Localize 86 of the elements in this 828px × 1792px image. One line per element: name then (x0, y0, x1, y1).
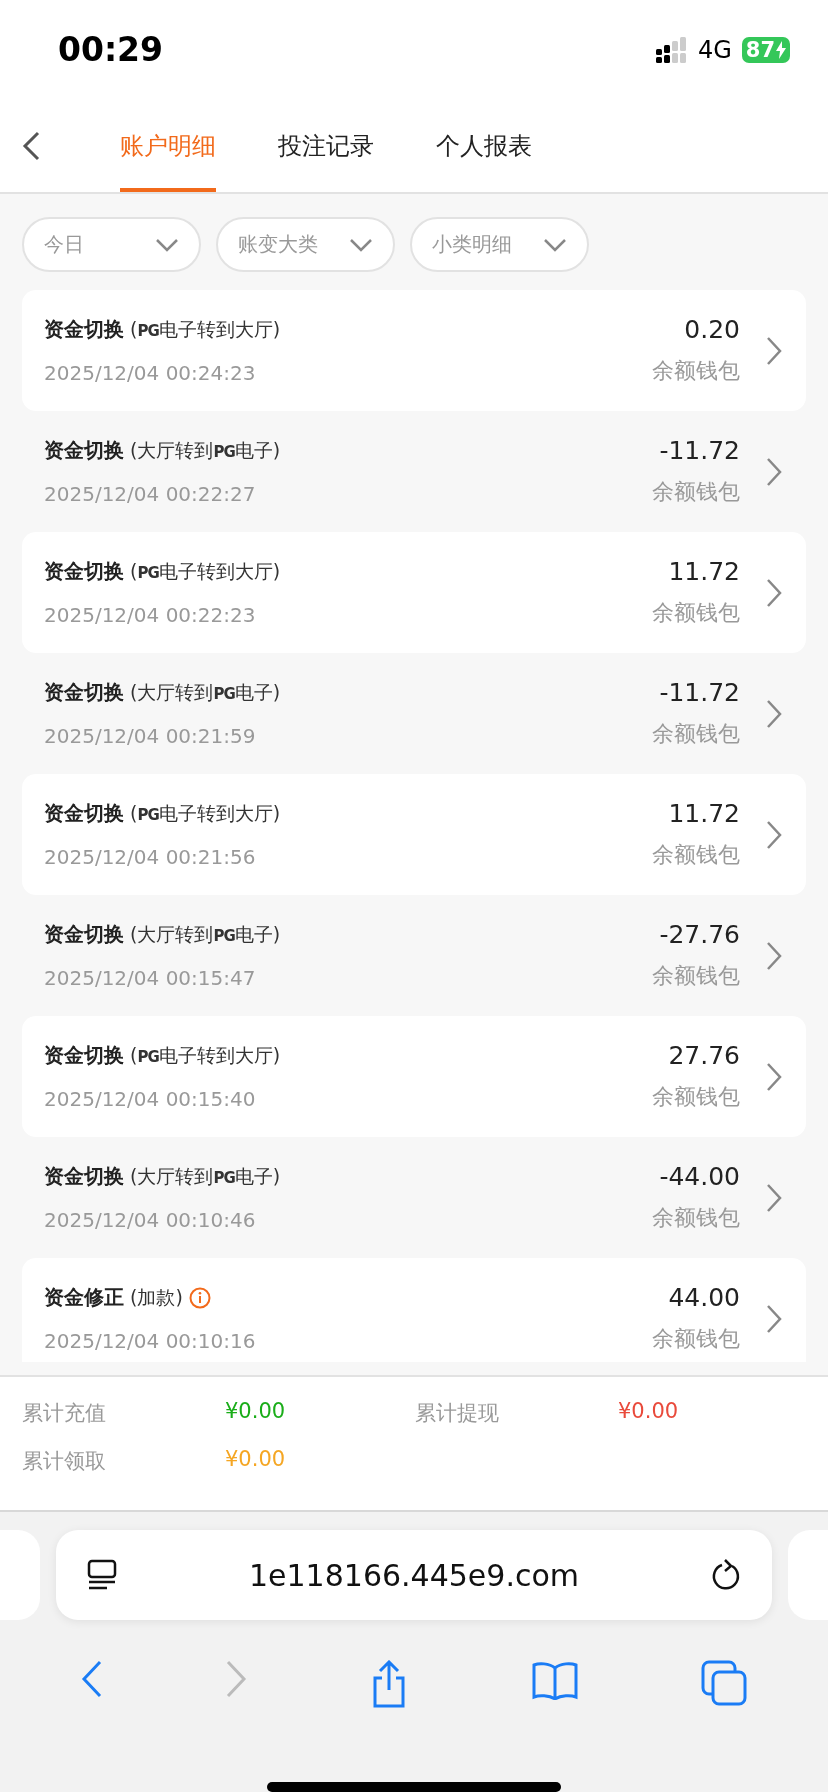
record-title: 资金切换 (44, 679, 124, 707)
record-title: 资金切换 (44, 800, 124, 828)
record-row[interactable]: 资金切换 (大厅转到PG电子) 2025/12/04 00:10:46 -44.00 余额钱包 (22, 1137, 806, 1259)
record-detail: (加款) (130, 1284, 183, 1310)
record-amount: 44.00 (668, 1283, 740, 1313)
record-title: 资金切换 (44, 558, 124, 586)
record-row[interactable]: 资金切换 (大厅转到PG电子) 2025/12/04 00:15:47 -27.76 余额钱包 (22, 895, 806, 1017)
wallet-label: 余额钱包 (652, 841, 740, 870)
back-icon[interactable] (22, 131, 40, 161)
record-time: 2025/12/04 00:15:47 (44, 966, 257, 991)
record-title: 资金切换 (44, 1042, 124, 1070)
record-title: 资金切换 (44, 437, 124, 465)
record-card[interactable]: 资金切换 (PG电子转到大厅) 2025/12/04 00:21:56 11.72 余额钱包 (22, 774, 806, 896)
chevron-right-icon (766, 456, 782, 487)
record-detail: (PG电子转到大厅) (130, 800, 281, 826)
wallet-label: 余额钱包 (652, 962, 740, 991)
summary-value: ¥0.00 (618, 1399, 680, 1426)
record-card[interactable]: 资金切换 (PG电子转到大厅) 2025/12/04 00:22:23 11.72 余额钱包 (22, 532, 806, 654)
chevron-right-icon (766, 1182, 782, 1213)
record-detail: (大厅转到PG电子) (130, 1163, 281, 1189)
reader-icon[interactable] (86, 1559, 118, 1591)
record-row[interactable]: 资金切换 (大厅转到PG电子) 2025/12/04 00:22:27 -11.72 余额钱包 (22, 411, 806, 533)
record-amount: -44.00 (659, 1162, 740, 1192)
reload-icon[interactable] (710, 1558, 742, 1592)
record-row[interactable]: 资金切换 (大厅转到PG电子) 2025/12/04 00:21:59 -11.72 余额钱包 (22, 653, 806, 775)
wallet-label: 余额钱包 (652, 1325, 740, 1354)
charging-icon (776, 40, 786, 59)
summary-value: ¥0.00 (225, 1447, 287, 1474)
address-bar[interactable]: 1e118166.445e9.com (56, 1530, 772, 1620)
record-amount: -27.76 (659, 920, 740, 950)
record-card[interactable]: 资金切换 (PG电子转到大厅) 2025/12/04 00:24:23 0.20 余额钱包 (22, 290, 806, 412)
record-title: 资金修正 (44, 1284, 124, 1312)
chevron-down-icon (349, 237, 373, 252)
tabs-icon[interactable] (701, 1660, 747, 1708)
chevron-down-icon (543, 237, 567, 252)
wallet-label: 余额钱包 (652, 1204, 740, 1233)
chevron-right-icon (766, 577, 782, 608)
summary-label: 累计充值 (22, 1400, 107, 1428)
summary-label: 累计领取 (22, 1448, 107, 1476)
record-card[interactable]: 资金修正 (加款) 2025/12/04 00:10:16 44.00 余额钱包 (22, 1258, 806, 1363)
record-detail: (PG电子转到大厅) (130, 316, 281, 342)
chevron-right-icon (766, 1061, 782, 1092)
record-time: 2025/12/04 00:21:59 (44, 724, 257, 749)
wallet-label: 余额钱包 (652, 720, 740, 749)
record-time: 2025/12/04 00:15:40 (44, 1087, 257, 1112)
network-label: 4G (697, 35, 732, 64)
battery-indicator: 87 (741, 36, 790, 63)
signal-icon (655, 36, 688, 63)
record-amount: 11.72 (668, 557, 740, 587)
record-detail: (PG电子转到大厅) (130, 1042, 281, 1068)
record-detail: (PG电子转到大厅) (130, 558, 281, 584)
record-amount: -11.72 (659, 678, 740, 708)
record-detail: (大厅转到PG电子) (130, 921, 281, 947)
record-time: 2025/12/04 00:22:27 (44, 482, 257, 507)
record-time: 2025/12/04 00:22:23 (44, 603, 257, 628)
chevron-right-icon (766, 940, 782, 971)
tab[interactable]: 个人报表 (436, 99, 532, 193)
record-detail: (大厅转到PG电子) (130, 437, 281, 463)
clock-time: 00:29 (58, 30, 164, 70)
record-title: 资金切换 (44, 316, 124, 344)
record-card[interactable]: 资金切换 (PG电子转到大厅) 2025/12/04 00:15:40 27.76 余额钱包 (22, 1016, 806, 1138)
wallet-label: 余额钱包 (652, 478, 740, 507)
record-time: 2025/12/04 00:10:46 (44, 1208, 257, 1233)
summary-value: ¥0.00 (225, 1399, 287, 1426)
wallet-label: 余额钱包 (652, 599, 740, 628)
record-amount: 0.20 (684, 315, 740, 345)
wallet-label: 余额钱包 (652, 357, 740, 386)
wallet-label: 余额钱包 (652, 1083, 740, 1112)
record-amount: -11.72 (659, 436, 740, 466)
record-title: 资金切换 (44, 1163, 124, 1191)
record-amount: 27.76 (668, 1041, 740, 1071)
record-time: 2025/12/04 00:24:23 (44, 361, 257, 386)
chevron-down-icon (155, 237, 179, 252)
record-amount: 11.72 (668, 799, 740, 829)
chevron-right-icon (766, 335, 782, 366)
record-title: 资金切换 (44, 921, 124, 949)
info-icon[interactable] (188, 1286, 211, 1309)
url-text: 1e118166.445e9.com (249, 1557, 579, 1593)
record-time: 2025/12/04 00:10:16 (44, 1329, 257, 1354)
summary-label: 累计提现 (415, 1400, 500, 1428)
record-detail: (大厅转到PG电子) (130, 679, 281, 705)
record-time: 2025/12/04 00:21:56 (44, 845, 257, 870)
tab[interactable]: 投注记录 (278, 99, 374, 193)
chevron-right-icon (766, 819, 782, 850)
chevron-right-icon (766, 698, 782, 729)
chevron-right-icon (766, 1303, 782, 1334)
